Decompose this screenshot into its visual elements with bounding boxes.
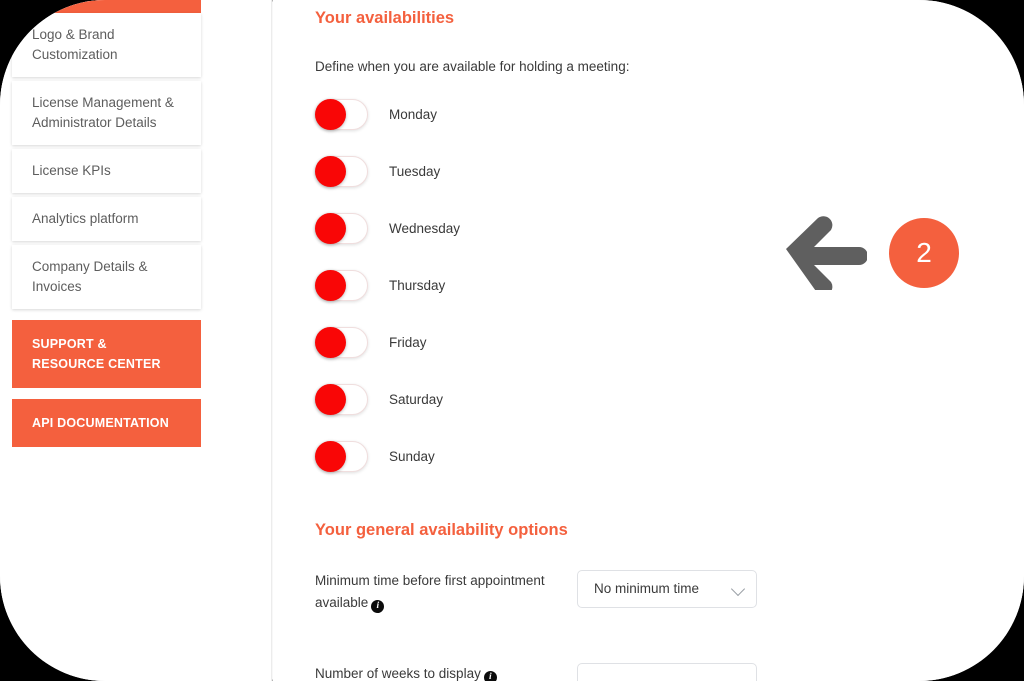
info-icon[interactable]: i — [371, 600, 385, 613]
day-label: Tuesday — [389, 163, 441, 179]
day-label: Saturday — [389, 391, 444, 407]
day-row-monday: Monday — [315, 97, 460, 131]
sidebar: Logo & Brand Customization License Manag… — [0, 0, 273, 681]
main-content: Your availabilities Define when you are … — [273, 0, 1024, 681]
toggle-thursday[interactable] — [315, 269, 368, 301]
day-row-wednesday: Wednesday — [315, 211, 460, 245]
day-row-thursday: Thursday — [315, 268, 460, 302]
sidebar-button-support-resource-center[interactable]: SUPPORT & RESOURCE CENTER — [12, 320, 201, 388]
select-value: No minimum time — [594, 581, 700, 596]
toggle-wednesday[interactable] — [315, 212, 368, 244]
sidebar-top-accent-strip — [12, 0, 201, 13]
day-label: Thursday — [389, 277, 446, 293]
general-options-title: Your general availability options — [315, 521, 568, 539]
select-weeks-to-display[interactable] — [577, 663, 757, 681]
toggle-knob — [315, 98, 346, 130]
sidebar-button-api-documentation[interactable]: API DOCUMENTATION — [12, 399, 201, 447]
sidebar-item-analytics-platform[interactable]: Analytics platform — [12, 197, 201, 241]
toggle-tuesday[interactable] — [315, 155, 368, 187]
day-label: Friday — [389, 334, 427, 350]
day-label: Monday — [389, 106, 438, 122]
day-row-sunday: Sunday — [315, 439, 460, 473]
sidebar-item-label: License Management & Administrator Detai… — [32, 95, 174, 130]
sidebar-nav-list: Logo & Brand Customization License Manag… — [12, 13, 201, 458]
sidebar-button-label: API DOCUMENTATION — [32, 416, 169, 430]
sidebar-item-label: Logo & Brand Customization — [32, 27, 118, 62]
option-label-weeks-to-display: Number of weeks to display i — [315, 663, 545, 681]
toggle-saturday[interactable] — [315, 383, 368, 415]
toggle-knob — [315, 326, 346, 358]
option-label-minimum-time: Minimum time before first appointment av… — [315, 570, 545, 614]
toggle-knob — [315, 212, 346, 244]
day-row-friday: Friday — [315, 325, 460, 359]
sidebar-item-label: License KPIs — [32, 163, 111, 178]
sidebar-item-license-kpis[interactable]: License KPIs — [12, 149, 201, 193]
app-window: Logo & Brand Customization License Manag… — [0, 0, 1024, 681]
sidebar-item-company-details-invoices[interactable]: Company Details & Invoices — [12, 245, 201, 309]
sidebar-item-license-management[interactable]: License Management & Administrator Detai… — [12, 81, 201, 145]
day-label: Sunday — [389, 448, 435, 464]
toggle-friday[interactable] — [315, 326, 368, 358]
day-row-saturday: Saturday — [315, 382, 460, 416]
day-row-tuesday: Tuesday — [315, 154, 460, 188]
availability-day-list: Monday Tuesday Wednesday Thursday Friday… — [315, 97, 460, 496]
sidebar-item-label: Company Details & Invoices — [32, 259, 148, 294]
chevron-down-icon — [730, 581, 746, 597]
sidebar-item-label: Analytics platform — [32, 211, 139, 226]
toggle-monday[interactable] — [315, 98, 368, 130]
toggle-knob — [315, 440, 346, 472]
toggle-knob — [315, 383, 346, 415]
sidebar-item-logo-brand-customization[interactable]: Logo & Brand Customization — [12, 13, 201, 77]
annotation-step-number: 2 — [916, 237, 932, 268]
arrow-left-icon — [786, 216, 867, 290]
availabilities-description: Define when you are available for holdin… — [315, 59, 630, 74]
day-label: Wednesday — [389, 220, 461, 236]
toggle-sunday[interactable] — [315, 440, 368, 472]
option-label-text: Number of weeks to display — [315, 666, 481, 681]
toggle-knob — [315, 269, 346, 301]
chevron-down-icon — [730, 674, 746, 681]
info-icon[interactable]: i — [483, 671, 497, 681]
annotation-step-badge: 2 — [889, 218, 959, 288]
select-minimum-time[interactable]: No minimum time — [577, 570, 757, 608]
toggle-knob — [315, 155, 346, 187]
sidebar-button-label: SUPPORT & RESOURCE CENTER — [32, 337, 161, 371]
availabilities-title: Your availabilities — [315, 9, 455, 27]
option-label-text: Minimum time before first appointment av… — [315, 573, 545, 610]
